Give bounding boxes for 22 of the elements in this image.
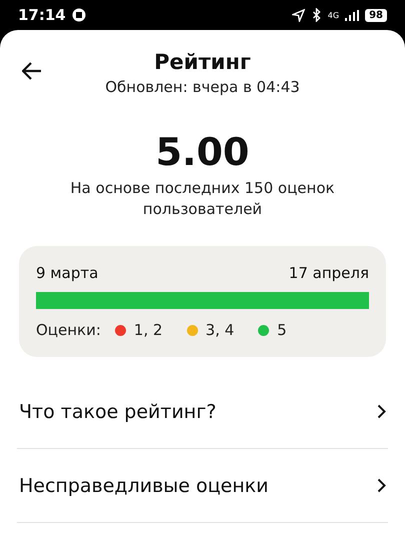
location-icon <box>292 8 305 22</box>
chevron-icon <box>377 404 386 419</box>
back-arrow-icon <box>22 62 42 80</box>
end-date: 17 апреля <box>288 264 369 282</box>
clock: 17:14 <box>18 6 66 24</box>
signal-icon <box>345 10 360 20</box>
chevron-icon <box>377 478 386 493</box>
network-type: 4G <box>328 10 340 20</box>
legend-text: 3, 4 <box>206 321 234 339</box>
page-title: Рейтинг <box>154 50 251 74</box>
bluetooth-icon <box>310 8 322 22</box>
start-date: 9 марта <box>36 264 98 282</box>
legend-text: 1, 2 <box>134 321 163 339</box>
rating-description: На основе последних 150 оценок пользователей <box>69 178 336 220</box>
battery-level: 98 <box>365 8 387 22</box>
rating-value: 5.00 <box>154 130 250 174</box>
menu-item[interactable]: Что такое рейтинг? <box>17 375 388 449</box>
update-time: Обновлен: вчера в 04:43 <box>105 78 300 96</box>
notification-icon <box>72 8 86 22</box>
menu-item[interactable]: Несправедливые оценки <box>17 449 388 523</box>
legend-text: 5 <box>277 321 287 339</box>
legend-label: Оценки: <box>36 321 101 339</box>
